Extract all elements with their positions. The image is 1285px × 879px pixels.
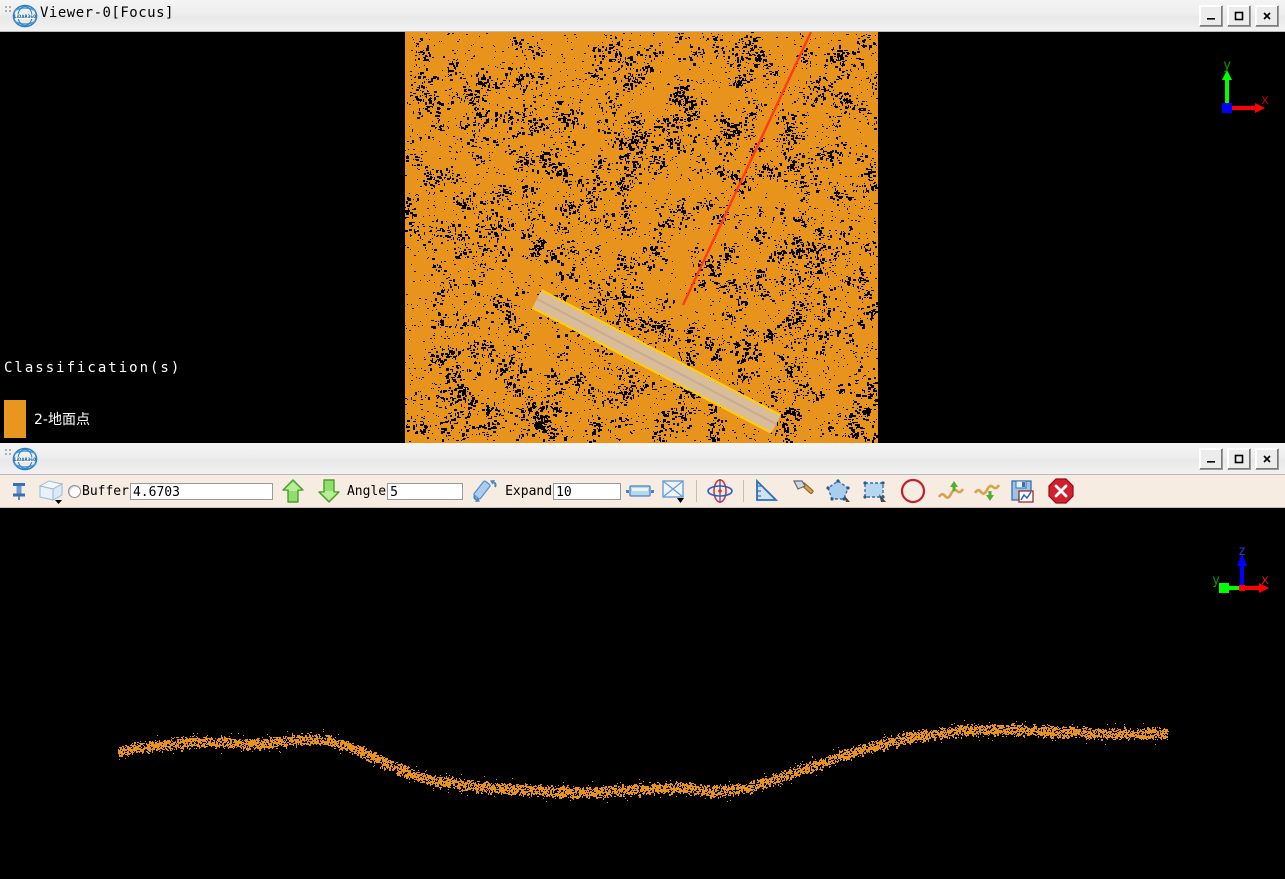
- close-button[interactable]: [1255, 448, 1279, 470]
- axis-gizmo-xyz: z x y: [1209, 544, 1271, 608]
- maximize-button[interactable]: [1227, 448, 1251, 470]
- angle-field-group[interactable]: Angle 5: [346, 482, 464, 500]
- profile-titlebar: LiDAR360: [0, 443, 1285, 475]
- viewer-window-controls: [1199, 5, 1279, 27]
- profile-toolbar: Buffer 4.6703 Angle 5 Expand 10: [0, 475, 1285, 508]
- polygon-select-icon[interactable]: [821, 477, 857, 506]
- save-chart-icon[interactable]: [1005, 477, 1041, 506]
- expand-input[interactable]: 10: [553, 482, 622, 500]
- legend-color-swatch: [4, 400, 26, 438]
- lidar360-logo-icon: LiDAR360: [12, 4, 38, 28]
- svg-text:LiDAR360: LiDAR360: [14, 14, 36, 19]
- plan-view-viewport[interactable]: Classification(s) 2-地面点 y x: [0, 32, 1285, 443]
- close-button[interactable]: [1255, 5, 1279, 27]
- profile-canvas: [0, 508, 1285, 879]
- profile-window-controls: [1199, 448, 1279, 470]
- pin-icon[interactable]: [4, 477, 34, 506]
- buffer-label: Buffer: [82, 483, 129, 499]
- wave-down-icon[interactable]: [969, 477, 1005, 506]
- triangle-ruler-icon[interactable]: [749, 477, 785, 506]
- hammer-icon[interactable]: [785, 477, 821, 506]
- green-down-arrow-icon[interactable]: [311, 477, 347, 506]
- axis-gizmo-xy: y x: [1215, 58, 1271, 124]
- lidar360-logo-icon: LiDAR360: [12, 447, 38, 471]
- horizontal-bar-icon[interactable]: [623, 477, 657, 506]
- viewer-titlebar: LiDAR360 Viewer-0[Focus]: [0, 0, 1285, 32]
- wave-up-icon[interactable]: [933, 477, 969, 506]
- expand-label: Expand: [505, 483, 553, 499]
- profile-view-viewport[interactable]: z x y: [0, 508, 1285, 879]
- classification-legend: Classification(s) 2-地面点: [4, 360, 181, 438]
- 3d-box-icon[interactable]: [34, 477, 68, 506]
- legend-entry[interactable]: 2-地面点: [4, 400, 181, 438]
- angle-label: Angle: [346, 483, 387, 499]
- cross-box-icon[interactable]: [657, 477, 691, 506]
- expand-field-group[interactable]: Expand 10: [505, 482, 622, 500]
- flip-rotate-icon[interactable]: [465, 477, 505, 506]
- rectangle-select-icon[interactable]: [857, 477, 893, 506]
- maximize-button[interactable]: [1227, 5, 1251, 27]
- toolbar-separator: [743, 480, 745, 502]
- point-cloud-canvas: [0, 32, 1285, 443]
- toolbar-separator: [696, 480, 698, 502]
- buffer-input[interactable]: 4.6703: [129, 482, 273, 500]
- green-up-arrow-icon[interactable]: [275, 477, 311, 506]
- minimize-button[interactable]: [1199, 5, 1223, 27]
- delete-octagon-icon[interactable]: [1041, 477, 1081, 506]
- angle-input[interactable]: 5: [387, 482, 464, 500]
- sphere-rotate-icon[interactable]: [702, 477, 738, 506]
- minimize-button[interactable]: [1199, 448, 1223, 470]
- buffer-radio[interactable]: [68, 484, 81, 498]
- viewer-window-title: Viewer-0[Focus]: [40, 5, 174, 21]
- circle-select-icon[interactable]: [893, 477, 933, 506]
- legend-entry-label: 2-地面点: [34, 412, 90, 428]
- legend-title: Classification(s): [4, 360, 182, 376]
- buffer-field-group[interactable]: Buffer 4.6703: [68, 482, 273, 500]
